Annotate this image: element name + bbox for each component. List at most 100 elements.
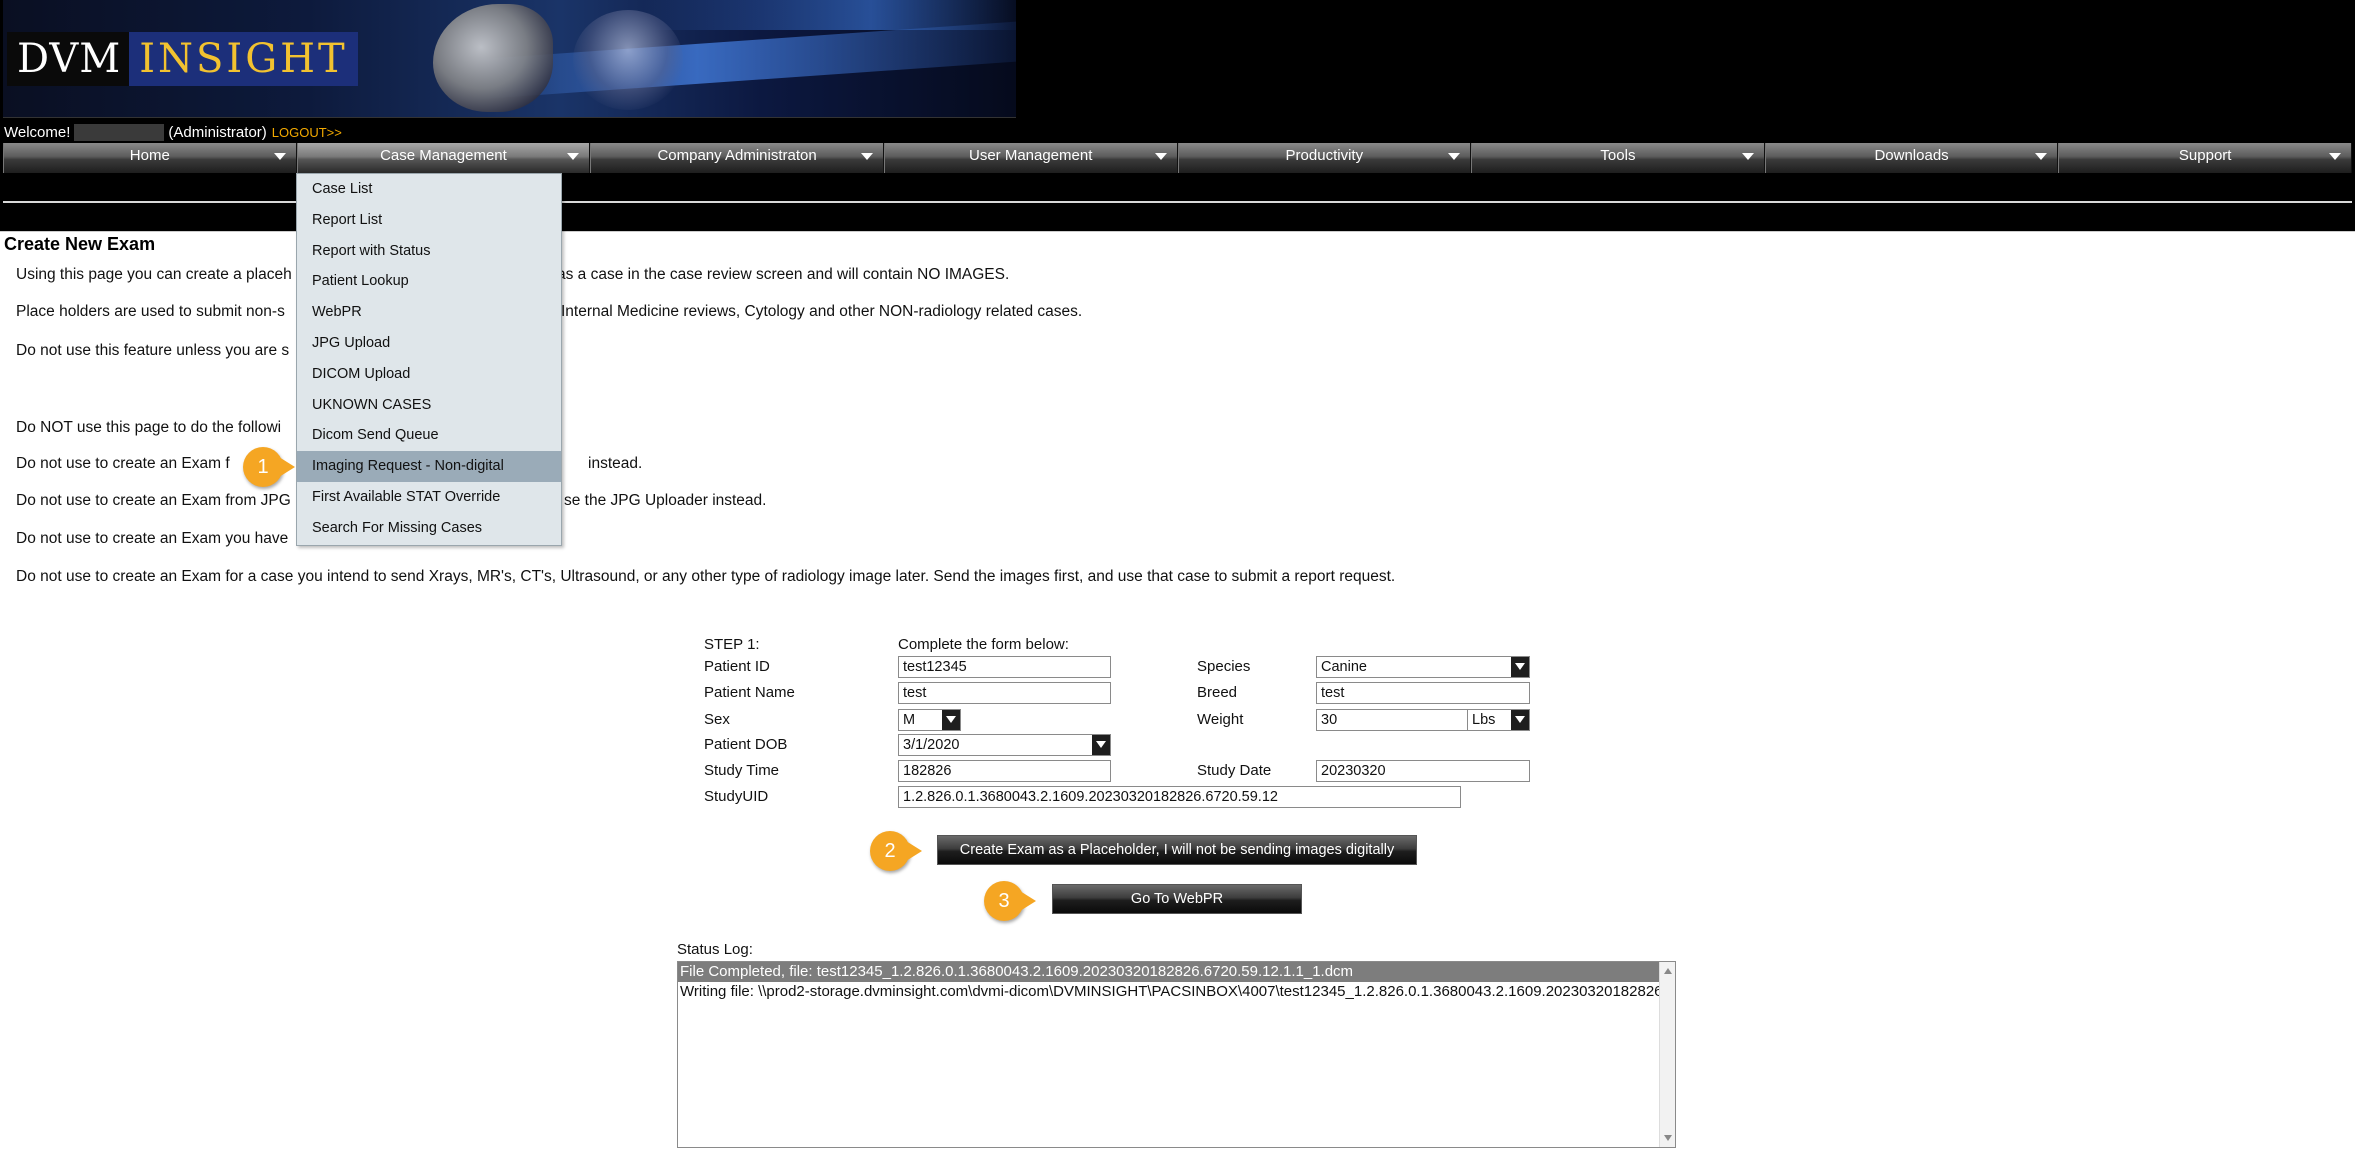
sex-value: M — [903, 712, 916, 728]
chevron-down-icon[interactable] — [1092, 735, 1110, 755]
nav-case-management[interactable]: Case Management — [296, 143, 591, 173]
step-callout-1: 1 — [243, 447, 295, 487]
chevron-down-icon — [2035, 153, 2048, 160]
instruction-line: Do not use this feature unless you are s — [16, 342, 289, 360]
breed-label: Breed — [1197, 684, 1238, 701]
logo-insight-text: INSIGHT — [129, 32, 358, 86]
text: Do not use to create an Exam from JPG — [16, 492, 291, 509]
nav-productivity[interactable]: Productivity — [1177, 143, 1472, 173]
menu-item-unknown-cases[interactable]: UKNOWN CASES — [297, 390, 561, 421]
study-date-input[interactable]: 20230320 — [1316, 760, 1530, 782]
sex-select[interactable]: M — [898, 709, 961, 731]
text: Do not use to create an Exam for a case … — [16, 568, 1396, 585]
go-to-webpr-button[interactable]: Go To WebPR — [1052, 884, 1302, 914]
step-instruction: Complete the form below: — [898, 636, 1069, 653]
nav-company-administration[interactable]: Company Administraton — [590, 143, 884, 173]
nav-label: Downloads — [1874, 147, 1949, 164]
patient-name-input[interactable]: test — [898, 682, 1111, 704]
menu-item-jpg-upload[interactable]: JPG Upload — [297, 328, 561, 359]
weight-label: Weight — [1197, 711, 1244, 728]
text: Place holders are used to submit non-s — [16, 303, 285, 320]
weight-unit-value: Lbs — [1472, 712, 1496, 728]
nav-home[interactable]: Home — [3, 143, 297, 173]
nav-user-management[interactable]: User Management — [883, 143, 1178, 173]
nav-label: Case Management — [380, 147, 507, 164]
status-log-label: Status Log: — [677, 941, 753, 958]
menu-item-report-list[interactable]: Report List — [297, 205, 561, 236]
menu-item-imaging-request-non-digital[interactable]: Imaging Request - Non-digital — [297, 451, 561, 482]
scroll-up-icon[interactable] — [1664, 968, 1672, 974]
create-placeholder-button[interactable]: Create Exam as a Placeholder, I will not… — [937, 835, 1417, 865]
welcome-text: Welcome! — [4, 123, 71, 141]
chevron-down-icon[interactable] — [942, 710, 960, 730]
text: Do not use this feature unless you are s — [16, 342, 290, 359]
nav-support[interactable]: Support — [2058, 143, 2352, 173]
nav-label: User Management — [968, 147, 1093, 164]
menu-item-dicom-send-queue[interactable]: Dicom Send Queue — [297, 420, 561, 451]
instruction-line: Using this page you can create a placeh a… — [16, 266, 1009, 284]
study-uid-label: StudyUID — [704, 788, 769, 805]
dob-label: Patient DOB — [704, 736, 788, 753]
nav-label: Home — [129, 147, 170, 164]
study-time-input[interactable]: 182826 — [898, 760, 1111, 782]
chevron-down-icon — [860, 153, 873, 160]
instruction-line: Do not use to create an Exam from JPG se … — [16, 492, 766, 510]
breed-input[interactable]: test — [1316, 682, 1530, 704]
species-value: Canine — [1321, 659, 1367, 675]
header-banner: DVM INSIGHT — [3, 0, 1016, 118]
patient-id-label: Patient ID — [704, 658, 770, 675]
nav-downloads[interactable]: Downloads — [1764, 143, 2059, 173]
menu-item-webpr[interactable]: WebPR — [297, 297, 561, 328]
study-date-label: Study Date — [1197, 762, 1272, 779]
text: instead. — [588, 455, 643, 472]
weight-unit-select[interactable]: Lbs — [1467, 709, 1530, 731]
log-entry[interactable]: File Completed, file: test12345_1.2.826.… — [678, 962, 1660, 982]
species-select[interactable]: Canine — [1316, 656, 1530, 678]
logo-dvm-text: DVM — [17, 36, 122, 82]
case-management-dropdown: Case List Report List Report with Status… — [296, 173, 562, 546]
welcome-bar: Welcome! (Administrator) LOGOUT>> — [4, 123, 342, 141]
instruction-line: Place holders are used to submit non-s In… — [16, 303, 1082, 321]
chevron-down-icon — [1741, 153, 1754, 160]
step-callout-2: 2 — [870, 831, 922, 871]
dvm-insight-logo[interactable]: DVM INSIGHT — [7, 32, 358, 86]
patient-name-label: Patient Name — [704, 684, 795, 701]
patient-id-input[interactable]: test12345 — [898, 656, 1111, 678]
dob-picker[interactable]: 3/1/2020 — [898, 734, 1111, 756]
logout-link[interactable]: LOGOUT>> — [272, 125, 342, 140]
study-time-label: Study Time — [704, 762, 780, 779]
menu-item-first-available-stat-override[interactable]: First Available STAT Override — [297, 482, 561, 513]
banner-light-stripe — [473, 20, 1016, 100]
redacted-username — [74, 123, 165, 141]
status-log-list[interactable]: File Completed, file: test12345_1.2.826.… — [677, 961, 1676, 1148]
chevron-down-icon[interactable] — [1511, 710, 1529, 730]
chevron-down-icon[interactable] — [1511, 657, 1529, 677]
weight-input[interactable]: 30 — [1316, 709, 1468, 731]
sex-label: Sex — [704, 711, 730, 728]
banner-light-stripe — [643, 0, 1016, 30]
vertical-scrollbar[interactable] — [1659, 962, 1675, 1147]
chevron-down-icon — [1154, 153, 1167, 160]
menu-item-dicom-upload[interactable]: DICOM Upload — [297, 359, 561, 390]
menu-item-case-list[interactable]: Case List — [297, 174, 561, 205]
instruction-line: Do NOT use this page to do the followi — [16, 419, 281, 437]
study-uid-input[interactable]: 1.2.826.0.1.3680043.2.1609.2023032018282… — [898, 786, 1461, 808]
text: as a case in the case review screen and … — [557, 266, 1010, 283]
nav-tools[interactable]: Tools — [1471, 143, 1765, 173]
log-entry[interactable]: Writing file: \\prod2-storage.dvminsight… — [678, 982, 1675, 1002]
banner-skull-image — [433, 4, 553, 112]
scroll-down-icon[interactable] — [1664, 1135, 1672, 1141]
page-title: Create New Exam — [4, 234, 156, 254]
menu-item-report-with-status[interactable]: Report with Status — [297, 236, 561, 267]
chevron-down-icon — [567, 153, 580, 160]
text: Using this page you can create a placeh — [16, 266, 292, 283]
menu-item-search-missing-cases[interactable]: Search For Missing Cases — [297, 513, 561, 544]
menu-item-patient-lookup[interactable]: Patient Lookup — [297, 266, 561, 297]
species-label: Species — [1197, 658, 1251, 675]
dob-value: 3/1/2020 — [903, 737, 960, 753]
instruction-line: Do not use to create an Exam f instead. — [16, 455, 642, 473]
banner-xray-image — [573, 10, 683, 110]
chevron-down-icon — [2329, 153, 2341, 160]
chevron-down-icon — [1448, 153, 1461, 160]
nav-label: Productivity — [1285, 147, 1364, 164]
